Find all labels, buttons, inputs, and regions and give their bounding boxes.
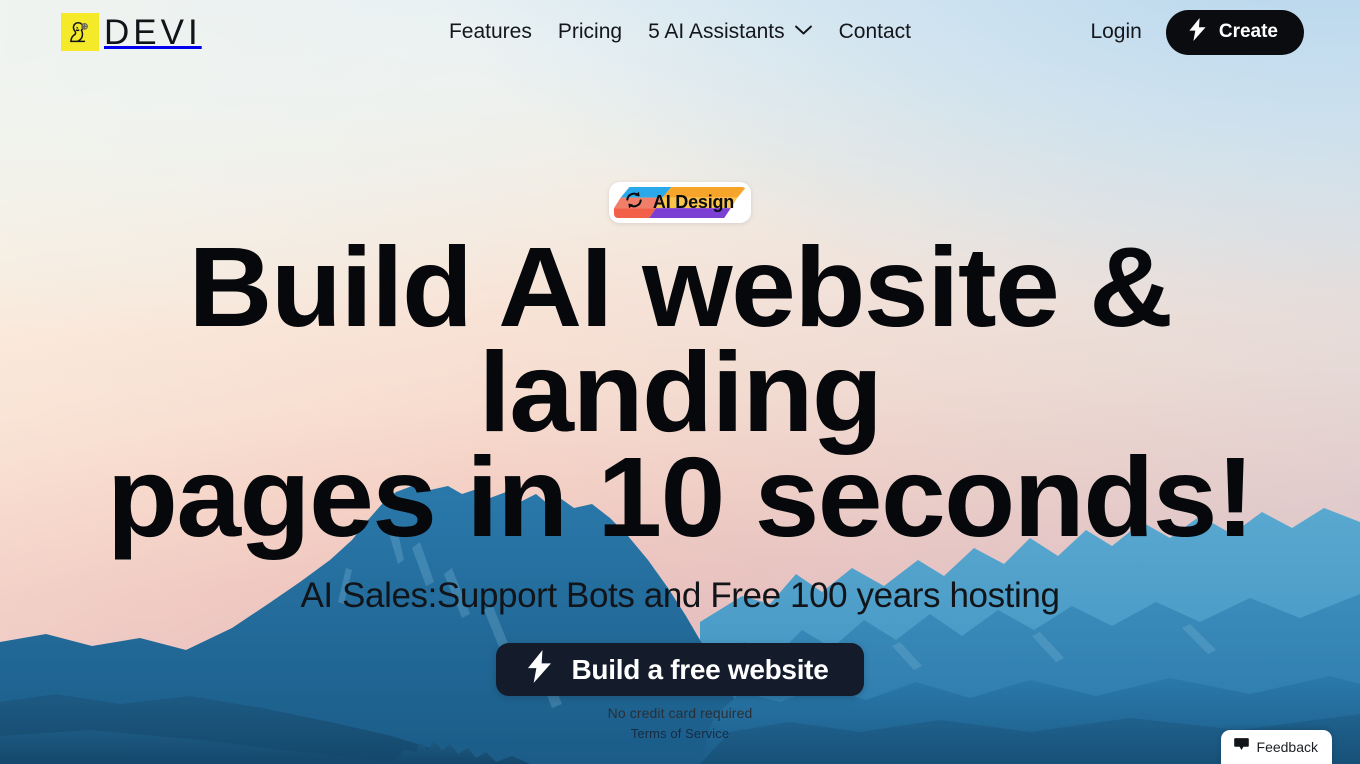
feedback-button[interactable]: Feedback bbox=[1220, 730, 1332, 764]
woman-profile-icon bbox=[61, 13, 99, 51]
nav-item-pricing[interactable]: Pricing bbox=[558, 20, 622, 44]
create-button-label: Create bbox=[1218, 21, 1278, 42]
header-actions: Login Create bbox=[1090, 0, 1304, 64]
hero-content: AI Design Build AI website & landing pag… bbox=[0, 0, 1360, 764]
nav-item-ai-assistants-label: 5 AI Assistants bbox=[648, 20, 785, 43]
build-free-website-label: Build a free website bbox=[571, 653, 829, 685]
build-free-website-button[interactable]: Build a free website bbox=[495, 643, 865, 697]
brand-logo[interactable]: DEVI bbox=[61, 13, 202, 51]
login-link[interactable]: Login bbox=[1090, 20, 1141, 44]
brand-name: DEVI bbox=[104, 12, 202, 52]
cta-note: No credit card required bbox=[607, 705, 753, 722]
ai-design-badge-label: AI Design bbox=[652, 192, 735, 212]
site-header: DEVI Features Pricing 5 AI Assistants Co… bbox=[0, 0, 1360, 64]
feedback-label: Feedback bbox=[1256, 738, 1318, 755]
lightning-bolt-icon bbox=[526, 649, 553, 690]
nav-item-contact[interactable]: Contact bbox=[839, 20, 911, 44]
headline-line-2: pages in 10 seconds! bbox=[106, 434, 1255, 561]
chevron-down-icon bbox=[794, 23, 813, 41]
create-button[interactable]: Create bbox=[1165, 9, 1304, 55]
headline-line-1: Build AI website & landing bbox=[188, 224, 1173, 456]
chat-bubble-icon bbox=[1233, 737, 1249, 756]
refresh-sync-icon bbox=[624, 190, 644, 215]
nav-item-ai-assistants[interactable]: 5 AI Assistants bbox=[648, 20, 813, 44]
lightning-bolt-icon bbox=[1188, 17, 1207, 47]
terms-of-service-link[interactable]: Terms of Service bbox=[0, 726, 1360, 741]
nav-item-features[interactable]: Features bbox=[449, 20, 532, 44]
hero-subheadline: AI Sales:Support Bots and Free 100 years… bbox=[300, 576, 1060, 616]
ai-design-badge: AI Design bbox=[608, 182, 752, 223]
page-title: Build AI website & landing pages in 10 s… bbox=[0, 230, 1360, 561]
